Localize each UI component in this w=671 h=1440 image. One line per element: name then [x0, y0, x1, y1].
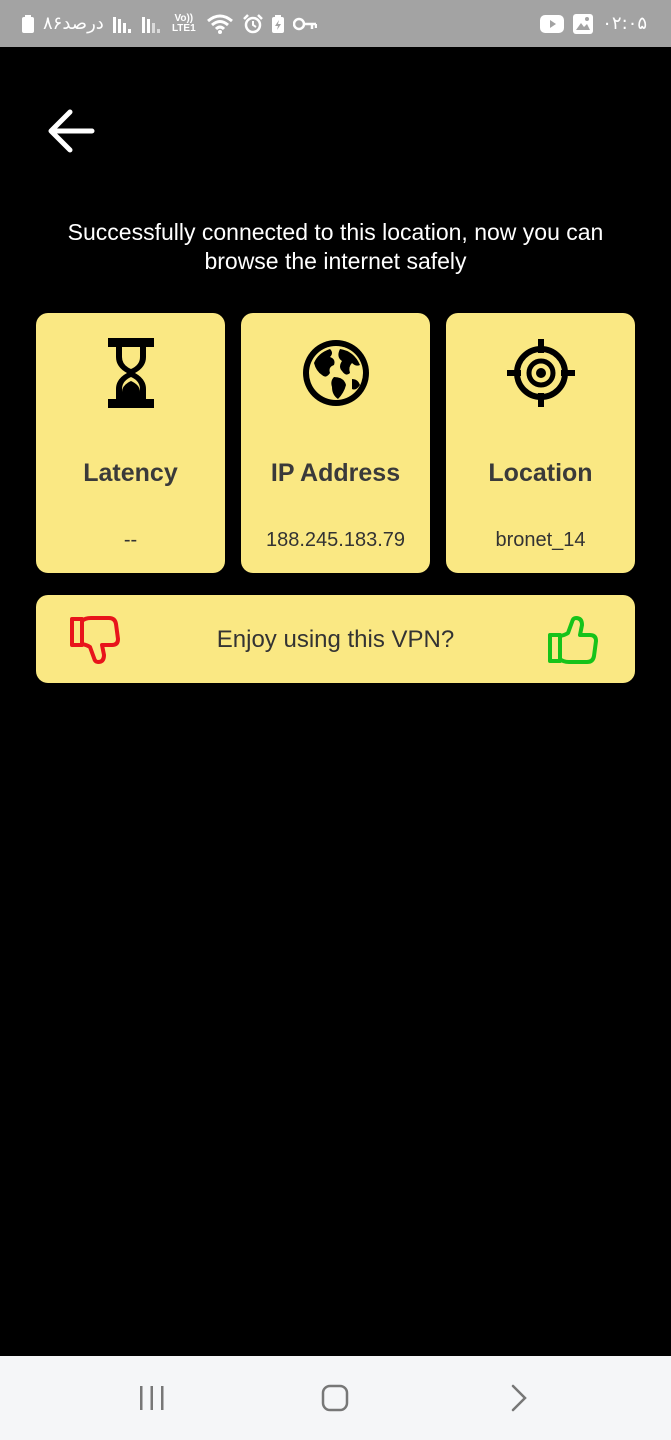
back-chevron-icon: [511, 1384, 527, 1412]
location-card: Location bronet_14: [446, 313, 635, 573]
signal-icon: [141, 15, 162, 33]
battery-saver-icon: [271, 14, 284, 33]
connection-success-message: Successfully connected to this location,…: [67, 219, 604, 274]
latency-title: Latency: [83, 459, 178, 487]
home-button[interactable]: [295, 1368, 375, 1428]
gallery-icon: [573, 13, 594, 34]
battery-icon: [22, 14, 34, 33]
ip-address-title: IP Address: [270, 459, 401, 487]
wifi-icon: [206, 14, 234, 34]
globe-icon: [241, 337, 430, 411]
back-button[interactable]: [44, 106, 98, 156]
feedback-bar: Enjoy using this VPN?: [36, 595, 635, 683]
like-button[interactable]: [546, 613, 600, 667]
battery-percent-text: ۸۶درصد: [43, 13, 104, 34]
thumbs-up-icon: [548, 616, 598, 664]
status-bar: ۸۶درصد Vo)) LTE1 ۰۲:۰۵: [0, 0, 671, 47]
nav-back-button[interactable]: [479, 1368, 559, 1428]
youtube-icon: [540, 14, 565, 33]
connection-info-cards: Latency -- IP Address 188.245.183.79 Loc…: [36, 313, 635, 573]
status-time: ۰۲:۰۵: [602, 13, 647, 34]
location-title: Location: [488, 459, 593, 487]
latency-value: --: [123, 529, 138, 551]
vpn-key-icon: [292, 17, 317, 31]
volte-lte-icon: Vo)) LTE1: [171, 12, 196, 34]
crosshair-icon: [446, 337, 635, 411]
ip-address-card: IP Address 188.245.183.79: [241, 313, 430, 573]
status-bar-right: ۰۲:۰۵: [540, 13, 647, 34]
hourglass-icon: [36, 337, 225, 411]
recents-icon: [139, 1386, 164, 1410]
arrow-left-icon: [48, 109, 95, 153]
location-value: bronet_14: [495, 529, 586, 551]
recents-button[interactable]: [112, 1368, 192, 1428]
status-bar-left: ۸۶درصد Vo)) LTE1: [22, 13, 317, 34]
home-icon: [322, 1384, 349, 1412]
alarm-icon: [242, 13, 263, 34]
latency-card: Latency --: [36, 313, 225, 573]
signal-icon: [112, 15, 133, 33]
ip-address-value: 188.245.183.79: [265, 529, 406, 551]
system-nav-bar: [0, 1356, 671, 1440]
